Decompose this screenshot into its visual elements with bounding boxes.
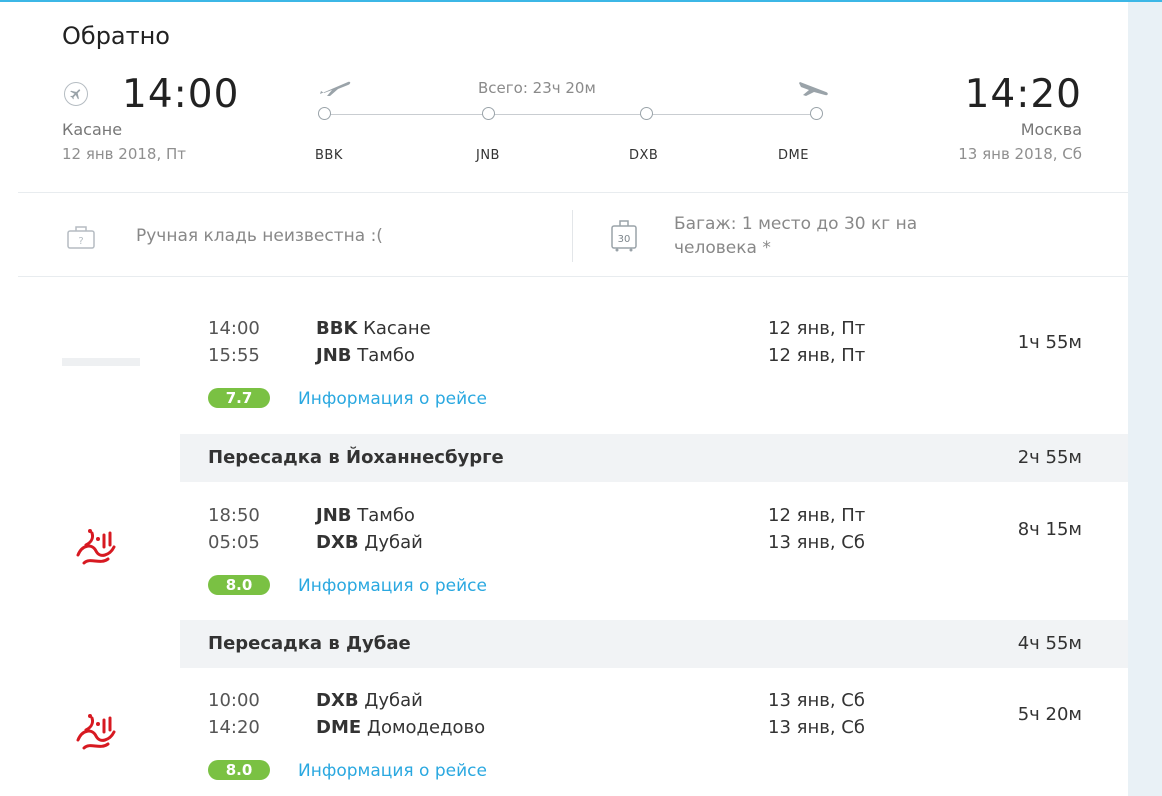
arrival-date: 13 янв 2018, Сб: [958, 145, 1082, 163]
segment-departure-airport: JNB Тамбо: [316, 505, 415, 526]
segment-arrival-date: 13 янв, Сб: [768, 532, 865, 553]
layover-duration: 4ч 55м: [1017, 633, 1082, 654]
arrival-city: Москва: [1020, 120, 1082, 139]
return-flight-card: Обратно 14:00 Касане 12 янв 2018, Пт 14:…: [18, 2, 1128, 796]
route-airport-code: JNB: [476, 148, 500, 163]
segment-duration: 1ч 55м: [1017, 332, 1082, 353]
layover-row: Пересадка в Йоханнесбурге 2ч 55м: [180, 434, 1128, 482]
segment-arrival-airport: JNB Тамбо: [316, 345, 415, 366]
segment-departure-date: 12 янв, Пт: [768, 505, 866, 526]
route-stop-dot: [640, 107, 653, 120]
flight-info-link[interactable]: Информация о рейсе: [298, 761, 487, 781]
segment-arrival-airport: DME Домодедово: [316, 717, 486, 738]
segment-duration: 5ч 20м: [1017, 704, 1082, 725]
departure-date: 12 янв 2018, Пт: [62, 145, 187, 163]
segment-departure-date: 12 янв, Пт: [768, 318, 866, 339]
hand-luggage-text: Ручная кладь неизвестна :(: [136, 226, 383, 246]
segment-departure-time: 18:50: [208, 505, 260, 526]
flight-info-link[interactable]: Информация о рейсе: [298, 576, 487, 596]
flight-info-link[interactable]: Информация о рейсе: [298, 389, 487, 409]
departure-city: Касане: [62, 120, 123, 139]
route-airport-code: BBK: [315, 148, 343, 163]
route-stop-dot: [482, 107, 495, 120]
departure-plane-icon: [64, 82, 88, 106]
takeoff-icon: [318, 76, 352, 102]
svg-text:?: ?: [78, 236, 83, 247]
svg-text:30: 30: [618, 234, 631, 245]
right-side-panel: [1128, 2, 1162, 796]
segment-departure-airport: DXB Дубай: [316, 690, 423, 711]
airline-logo-placeholder: [62, 358, 140, 366]
segment-departure-time: 10:00: [208, 690, 260, 711]
segment-duration: 8ч 15м: [1017, 519, 1082, 540]
route-stop-dot: [318, 107, 331, 120]
route-stop-dot: [810, 107, 823, 120]
segment-arrival-date: 12 янв, Пт: [768, 345, 866, 366]
flight-segment: 10:00 14:20 DXB Дубай DME Домодедово 13 …: [18, 690, 1128, 790]
layover-row: Пересадка в Дубае 4ч 55м: [180, 620, 1128, 668]
divider: [18, 276, 1128, 277]
hand-luggage-icon: ?: [66, 224, 96, 254]
flight-rating-badge: 8.0: [208, 760, 270, 780]
airline-logo: [70, 525, 122, 575]
flight-segment: 14:00 15:55 BBK Касане JNB Тамбо 12 янв,…: [18, 318, 1128, 418]
segment-arrival-time: 14:20: [208, 717, 260, 738]
segment-arrival-time: 05:05: [208, 532, 260, 553]
route-line: [324, 114, 818, 115]
section-title: Обратно: [62, 22, 170, 50]
segment-arrival-date: 13 янв, Сб: [768, 717, 865, 738]
flight-rating-badge: 7.7: [208, 388, 270, 408]
layover-label: Пересадка в Дубае: [208, 633, 411, 654]
segment-arrival-time: 15:55: [208, 345, 260, 366]
segment-arrival-airport: DXB Дубай: [316, 532, 423, 553]
airline-logo: [70, 710, 122, 760]
segment-departure-time: 14:00: [208, 318, 260, 339]
landing-icon: [796, 76, 830, 102]
total-duration: Всего: 23ч 20м: [478, 79, 596, 97]
baggage-divider: [572, 210, 573, 262]
divider: [18, 192, 1128, 193]
segment-departure-airport: BBK Касане: [316, 318, 431, 339]
segment-departure-date: 13 янв, Сб: [768, 690, 865, 711]
flight-rating-badge: 8.0: [208, 575, 270, 595]
checked-baggage-text: Багаж: 1 место до 30 кг на человека *: [674, 212, 917, 260]
departure-time: 14:00: [122, 72, 240, 117]
checked-baggage-line: Багаж: 1 место до 30 кг на: [674, 214, 918, 234]
route-airport-code: DME: [778, 148, 809, 163]
layover-label: Пересадка в Йоханнесбурге: [208, 447, 504, 468]
arrival-time: 14:20: [964, 72, 1082, 117]
layover-duration: 2ч 55м: [1017, 447, 1082, 468]
checked-baggage-line: человека *: [674, 238, 771, 258]
flight-segment: 18:50 05:05 JNB Тамбо DXB Дубай 12 янв, …: [18, 505, 1128, 605]
checked-baggage-icon: 30: [610, 218, 638, 256]
route-airport-code: DXB: [629, 148, 659, 163]
